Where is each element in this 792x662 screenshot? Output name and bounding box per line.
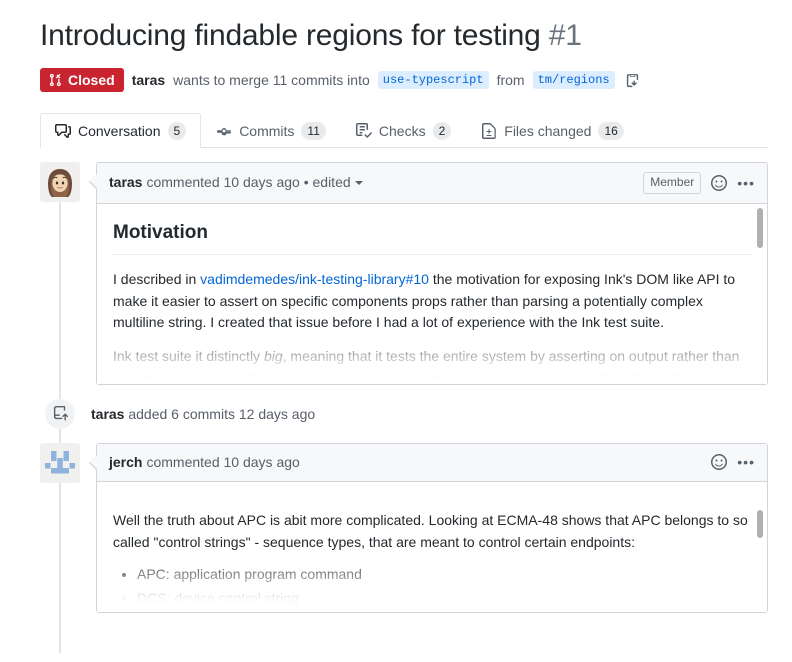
comment-timestamp[interactable]: 10 days ago [224,173,300,193]
comment-body: Well the truth about APC is abit more co… [97,482,767,613]
event-description: taras added 6 commits 12 days ago [91,406,315,422]
list-item: DCS: device control string [137,588,751,610]
tab-conversation-count: 5 [167,121,187,140]
tab-checks-label: Checks [378,123,426,139]
paragraph-pre: I described in [113,271,201,288]
comment-paragraph: Ink test suite it distinctly big, meanin… [113,346,751,384]
member-badge: Member [643,172,702,194]
pr-title-text: Introducing findable regions for testing [40,19,541,52]
merge-from-label: from [496,72,525,88]
tab-commits[interactable]: Commits 11 [201,113,341,148]
comment-header: taras commented 10 days ago • edited Mem… [97,163,767,204]
head-branch-pill[interactable]: tm/regions [532,71,615,89]
base-branch-pill[interactable]: use-typescript [377,71,489,89]
pr-number: #1 [548,19,582,52]
comment-card: taras commented 10 days ago • edited Mem… [89,162,768,385]
tab-files-changed[interactable]: Files changed 16 [466,113,639,148]
comment-timestamp[interactable]: 10 days ago [224,453,300,473]
comment-action: commented [146,174,220,190]
tab-files-changed-label: Files changed [504,123,592,139]
comment-heading: Motivation [113,218,751,256]
repo-push-icon [45,398,75,429]
comment-list: APC: application program command DCS: de… [113,564,751,613]
pr-meta: Closed taras wants to merge 11 commits i… [40,68,768,92]
conversation-timeline: taras commented 10 days ago • edited Mem… [40,162,768,654]
pr-author[interactable]: taras [132,72,165,88]
page-title: Introducing findable regions for testing… [40,18,768,54]
kebab-horizontal-icon[interactable]: ••• [737,455,755,469]
pr-tabs: Conversation 5 Commits 11 Checks 2 Files… [40,112,768,148]
event-text: added 6 commits 12 days ago [128,405,316,422]
comment-author[interactable]: jerch [109,453,142,473]
comment-edited-label[interactable]: edited [313,173,351,193]
smiley-icon[interactable] [711,454,728,471]
tab-conversation[interactable]: Conversation 5 [40,113,202,148]
comment-scrollbar[interactable] [757,510,763,539]
comment-separator: • [303,174,309,190]
pull-request-closed-icon [49,73,63,87]
status-badge: Closed [40,68,124,92]
timeline-comment-taras: taras commented 10 days ago • edited Mem… [40,162,768,385]
issue-link[interactable]: vadimdemedes/ink-testing-library#10 [200,271,429,287]
comment-discussion-icon [55,123,71,139]
merge-description: wants to merge 11 commits into [173,72,370,88]
tab-commits-count: 11 [301,122,326,140]
comment-author[interactable]: taras [109,173,142,193]
clippy-icon[interactable] [625,73,640,88]
paragraph-pre: Ink test suite it distinctly [113,348,264,365]
emphasis-text: big [263,348,283,365]
tab-conversation-label: Conversation [78,122,161,139]
tab-checks[interactable]: Checks 2 [341,113,466,148]
comment-body: Motivation I described in vadimdemedes/i… [97,204,767,384]
timeline-event-commits: taras added 6 commits 12 days ago [40,385,768,443]
file-diff-icon [481,123,497,139]
list-item: APC: application program command [137,564,751,586]
kebab-horizontal-icon[interactable]: ••• [737,176,755,190]
comment-header-actions: Member ••• [643,172,755,194]
comment-scrollbar[interactable] [757,207,763,248]
tab-checks-count: 2 [432,122,452,140]
comment-paragraph: I described in vadimdemedes/ink-testing-… [113,269,751,334]
comment-header: jerch commented 10 days ago ••• [97,443,767,483]
timeline-comment-jerch: jerch commented 10 days ago ••• Well the… [40,442,768,614]
status-badge-label: Closed [68,72,115,88]
tab-files-changed-count: 16 [598,122,624,140]
chevron-down-icon[interactable] [354,180,363,185]
pull-request-page: Introducing findable regions for testing… [0,18,792,662]
comment-card: jerch commented 10 days ago ••• Well the… [89,442,768,614]
tab-commits-label: Commits [239,123,295,139]
git-commit-icon [216,123,232,139]
comment-paragraph: Well the truth about APC is abit more co… [113,512,748,550]
checklist-icon [355,123,372,139]
comment-action: commented [146,453,220,470]
smiley-icon[interactable] [711,174,728,191]
comment-header-actions: ••• [711,454,755,471]
avatar[interactable] [40,442,80,483]
event-author[interactable]: taras [91,406,124,422]
avatar[interactable] [40,162,80,202]
